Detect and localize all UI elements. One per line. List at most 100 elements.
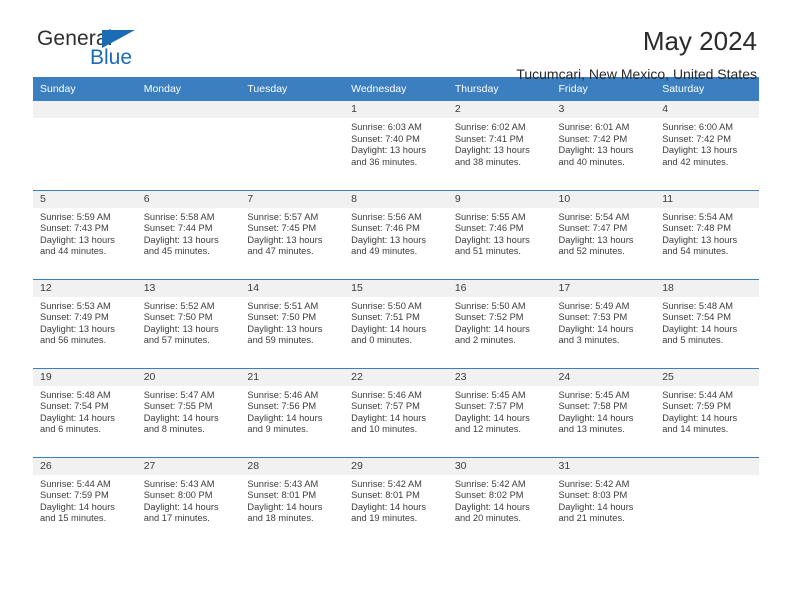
sunset-text: Sunset: 7:50 PM xyxy=(247,312,317,323)
daylight-text: Daylight: 13 hours and 40 minutes. xyxy=(558,145,634,167)
day-sun-info: Sunrise: 5:50 AM Sunset: 7:52 PM Daylight:… xyxy=(448,297,552,347)
daylight-text: Daylight: 14 hours and 10 minutes. xyxy=(351,412,427,435)
calendar-day-cell[interactable]: 20 Sunrise: 5:47 AM Sunset: 7:55 PM Dayligh… xyxy=(136,367,241,457)
sunset-text: Sunset: 7:45 PM xyxy=(247,223,317,234)
sunrise-text: Sunrise: 5:43 AM xyxy=(247,478,319,489)
day-sun-info: Sunrise: 6:02 AM Sunset: 7:41 PM Daylight:… xyxy=(448,118,552,168)
calendar-day-cell[interactable]: 10 Sunrise: 5:54 AM Sunset: 7:47 PM Dayligh… xyxy=(551,189,656,279)
calendar-day-cell[interactable]: 7 Sunrise: 5:57 AM Sunset: 7:45 PM Daylight… xyxy=(240,189,345,279)
calendar-day-cell[interactable]: 23 Sunrise: 5:45 AM Sunset: 7:57 PM Dayligh… xyxy=(447,367,552,457)
day-sun-info: Sunrise: 5:44 AM Sunset: 7:59 PM Daylight:… xyxy=(33,475,137,525)
daylight-text: Daylight: 14 hours and 20 minutes. xyxy=(454,501,530,524)
daylight-text: Daylight: 14 hours and 0 minutes. xyxy=(351,323,427,346)
calendar-day-cell[interactable]: 14 Sunrise: 5:51 AM Sunset: 7:50 PM Dayligh… xyxy=(240,278,345,368)
weekday-header-wednesday: Wednesday xyxy=(344,77,448,101)
sunrise-text: Sunrise: 5:42 AM xyxy=(558,478,630,489)
day-sun-info: Sunrise: 5:59 AM Sunset: 7:43 PM Daylight:… xyxy=(33,208,137,258)
calendar-day-cell[interactable]: 24 Sunrise: 5:45 AM Sunset: 7:58 PM Dayligh… xyxy=(551,367,656,457)
calendar-day-cell[interactable]: 5 Sunrise: 5:59 AM Sunset: 7:43 PM Daylight… xyxy=(33,189,137,279)
calendar-week-row: 12 Sunrise: 5:53 AM Sunset: 7:49 PM Dayligh… xyxy=(33,278,759,368)
sunset-text: Sunset: 8:01 PM xyxy=(351,490,420,501)
day-sun-info: Sunrise: 5:53 AM Sunset: 7:49 PM Daylight:… xyxy=(33,297,137,347)
day-number xyxy=(240,101,345,118)
calendar-day-cell[interactable]: 8 Sunrise: 5:56 AM Sunset: 7:46 PM Daylight… xyxy=(344,189,448,279)
sunset-text: Sunset: 7:54 PM xyxy=(662,312,731,323)
calendar-day-cell[interactable]: 16 Sunrise: 5:50 AM Sunset: 7:52 PM Dayligh… xyxy=(447,278,552,368)
sunrise-text: Sunrise: 5:46 AM xyxy=(351,389,422,400)
daylight-text: Daylight: 14 hours and 19 minutes. xyxy=(351,501,427,524)
calendar-day-cell[interactable]: 19 Sunrise: 5:48 AM Sunset: 7:54 PM Dayligh… xyxy=(33,367,137,457)
calendar-day-cell[interactable]: 22 Sunrise: 5:46 AM Sunset: 7:57 PM Dayligh… xyxy=(344,367,448,457)
calendar-day-cell-empty xyxy=(33,101,137,190)
calendar-day-cell[interactable]: 1 Sunrise: 6:03 AM Sunset: 7:40 PM Daylight… xyxy=(344,101,448,190)
daylight-text: Daylight: 14 hours and 2 minutes. xyxy=(454,323,530,346)
sunset-text: Sunset: 7:47 PM xyxy=(558,223,628,234)
day-sun-info: Sunrise: 5:45 AM Sunset: 7:58 PM Daylight:… xyxy=(552,386,656,436)
sunrise-text: Sunrise: 5:59 AM xyxy=(40,211,111,222)
calendar-day-cell[interactable]: 13 Sunrise: 5:52 AM Sunset: 7:50 PM Dayligh… xyxy=(136,278,241,368)
day-sun-info: Sunrise: 5:58 AM Sunset: 7:44 PM Daylight:… xyxy=(137,208,241,258)
sunrise-text: Sunrise: 5:45 AM xyxy=(558,389,630,400)
daylight-text: Daylight: 14 hours and 21 minutes. xyxy=(558,501,634,524)
day-sun-info: Sunrise: 6:03 AM Sunset: 7:40 PM Daylight:… xyxy=(344,118,448,168)
sunset-text: Sunset: 8:01 PM xyxy=(247,490,317,501)
sunrise-text: Sunrise: 5:45 AM xyxy=(454,389,526,400)
calendar-day-cell[interactable]: 2 Sunrise: 6:02 AM Sunset: 7:41 PM Daylight… xyxy=(447,101,552,190)
calendar-day-cell[interactable]: 15 Sunrise: 5:50 AM Sunset: 7:51 PM Dayligh… xyxy=(344,278,448,368)
calendar-day-cell[interactable]: 6 Sunrise: 5:58 AM Sunset: 7:44 PM Daylight… xyxy=(136,189,241,279)
calendar-day-cell[interactable]: 30 Sunrise: 5:42 AM Sunset: 8:02 PM Dayligh… xyxy=(447,456,552,546)
day-number: 31 xyxy=(551,457,656,475)
daylight-text: Daylight: 14 hours and 14 minutes. xyxy=(662,412,738,435)
day-number: 2 xyxy=(447,101,552,118)
day-number: 24 xyxy=(551,368,656,386)
sunset-text: Sunset: 7:41 PM xyxy=(454,133,524,144)
day-sun-info: Sunrise: 5:49 AM Sunset: 7:53 PM Daylight:… xyxy=(552,297,656,347)
day-sun-info: Sunrise: 5:43 AM Sunset: 8:01 PM Daylight:… xyxy=(240,475,344,525)
page-subtitle: Tucumcari, New Mexico, United States xyxy=(516,66,757,83)
calendar-day-cell[interactable]: 25 Sunrise: 5:44 AM Sunset: 7:59 PM Dayligh… xyxy=(655,367,759,457)
weekday-header-monday: Monday xyxy=(136,77,241,101)
day-number: 16 xyxy=(447,279,552,297)
sunset-text: Sunset: 8:00 PM xyxy=(143,490,213,501)
day-number: 28 xyxy=(240,457,345,475)
sunrise-text: Sunrise: 5:42 AM xyxy=(351,478,422,489)
calendar-week-row: 5 Sunrise: 5:59 AM Sunset: 7:43 PM Daylight… xyxy=(33,189,759,279)
day-number: 17 xyxy=(551,279,656,297)
day-number: 13 xyxy=(136,279,241,297)
day-sun-info: Sunrise: 5:54 AM Sunset: 7:48 PM Daylight:… xyxy=(655,208,759,258)
day-number: 5 xyxy=(33,190,137,208)
daylight-text: Daylight: 13 hours and 51 minutes. xyxy=(454,234,530,257)
calendar-day-cell[interactable]: 17 Sunrise: 5:49 AM Sunset: 7:53 PM Dayligh… xyxy=(551,278,656,368)
day-sun-info: Sunrise: 5:52 AM Sunset: 7:50 PM Daylight:… xyxy=(137,297,241,347)
calendar-day-cell[interactable]: 27 Sunrise: 5:43 AM Sunset: 8:00 PM Dayligh… xyxy=(136,456,241,546)
day-number: 25 xyxy=(655,368,759,386)
calendar-body: 1 Sunrise: 6:03 AM Sunset: 7:40 PM Daylight… xyxy=(33,101,759,546)
calendar-day-cell[interactable]: 9 Sunrise: 5:55 AM Sunset: 7:46 PM Daylight… xyxy=(447,189,552,279)
sunset-text: Sunset: 7:53 PM xyxy=(558,312,628,323)
day-number: 3 xyxy=(551,101,656,118)
calendar-day-cell[interactable]: 26 Sunrise: 5:44 AM Sunset: 7:59 PM Dayligh… xyxy=(33,456,137,546)
calendar-day-cell[interactable]: 29 Sunrise: 5:42 AM Sunset: 8:01 PM Dayligh… xyxy=(344,456,448,546)
day-number: 19 xyxy=(33,368,137,386)
sunrise-text: Sunrise: 5:50 AM xyxy=(351,300,422,311)
sunrise-text: Sunrise: 5:53 AM xyxy=(40,300,111,311)
calendar-week-row: 26 Sunrise: 5:44 AM Sunset: 7:59 PM Dayligh… xyxy=(33,456,759,546)
sunrise-text: Sunrise: 6:03 AM xyxy=(351,122,422,132)
calendar-day-cell[interactable]: 3 Sunrise: 6:01 AM Sunset: 7:42 PM Daylight… xyxy=(551,101,656,190)
calendar-day-cell[interactable]: 21 Sunrise: 5:46 AM Sunset: 7:56 PM Dayligh… xyxy=(240,367,345,457)
day-number: 12 xyxy=(33,279,137,297)
calendar-day-cell[interactable]: 31 Sunrise: 5:42 AM Sunset: 8:03 PM Dayligh… xyxy=(551,456,656,546)
calendar-day-cell[interactable]: 12 Sunrise: 5:53 AM Sunset: 7:49 PM Dayligh… xyxy=(33,278,137,368)
day-sun-info: Sunrise: 5:48 AM Sunset: 7:54 PM Daylight:… xyxy=(655,297,759,347)
day-number: 9 xyxy=(447,190,552,208)
calendar-day-cell[interactable]: 28 Sunrise: 5:43 AM Sunset: 8:01 PM Dayligh… xyxy=(240,456,345,546)
sunset-text: Sunset: 7:50 PM xyxy=(143,312,213,323)
calendar-day-cell[interactable]: 4 Sunrise: 6:00 AM Sunset: 7:42 PM Daylight… xyxy=(655,101,759,190)
sunset-text: Sunset: 7:46 PM xyxy=(351,223,420,234)
day-sun-info: Sunrise: 5:46 AM Sunset: 7:57 PM Daylight:… xyxy=(344,386,448,436)
sunset-text: Sunset: 7:59 PM xyxy=(662,401,731,412)
calendar-day-cell[interactable]: 11 Sunrise: 5:54 AM Sunset: 7:48 PM Dayligh… xyxy=(655,189,759,279)
day-number: 18 xyxy=(655,279,759,297)
day-sun-info: Sunrise: 5:56 AM Sunset: 7:46 PM Daylight:… xyxy=(344,208,448,258)
calendar-day-cell[interactable]: 18 Sunrise: 5:48 AM Sunset: 7:54 PM Dayligh… xyxy=(655,278,759,368)
